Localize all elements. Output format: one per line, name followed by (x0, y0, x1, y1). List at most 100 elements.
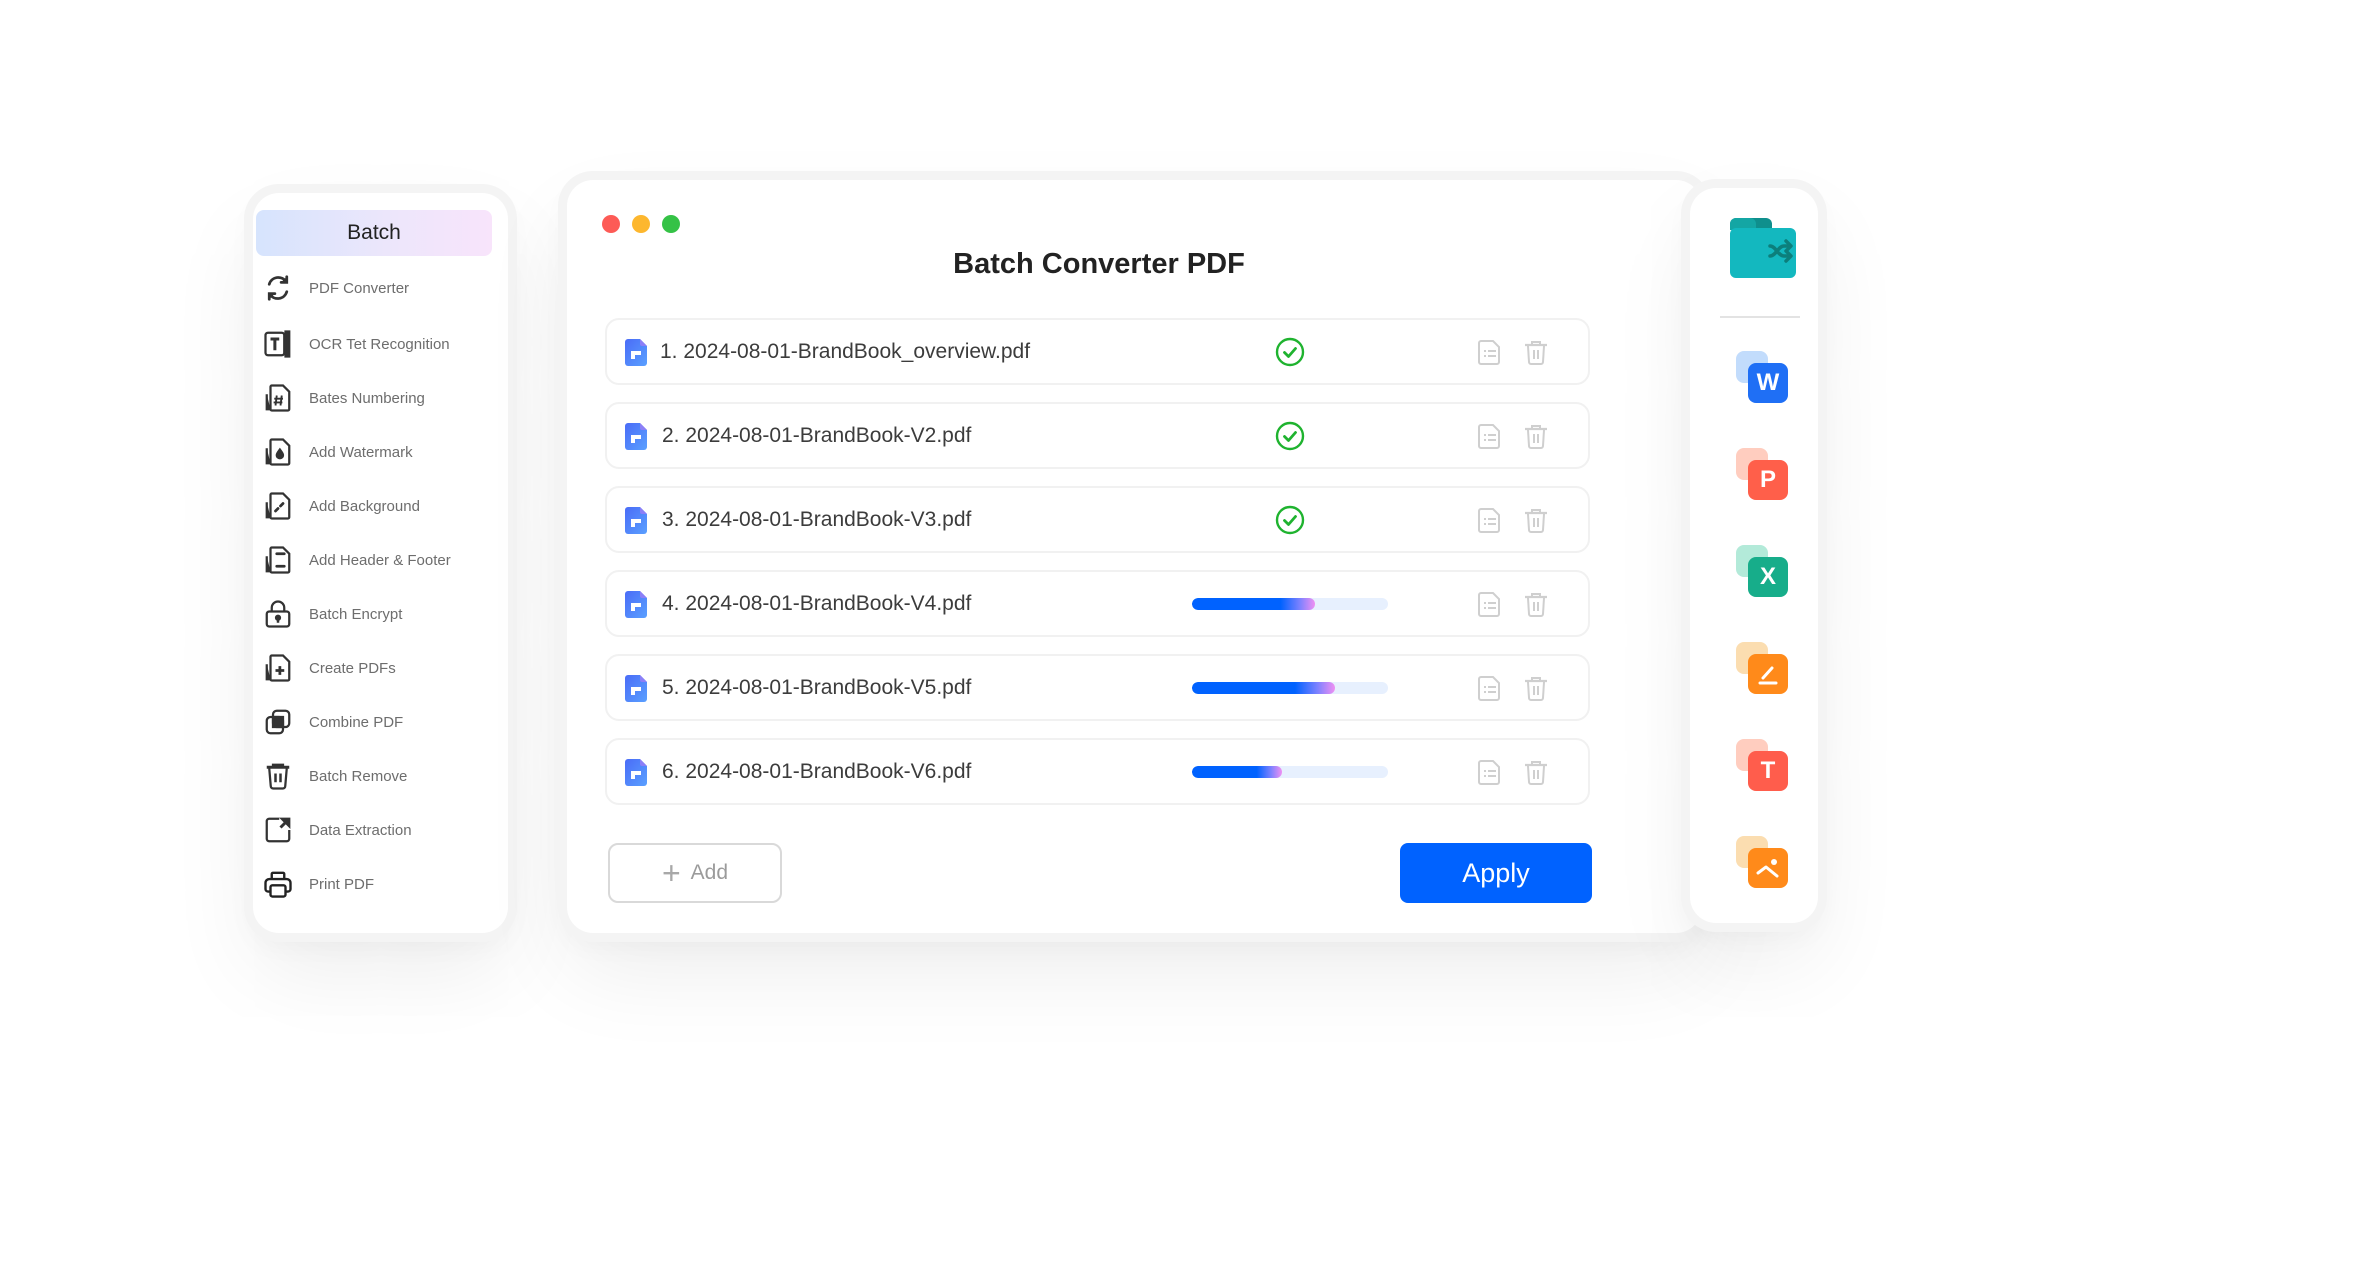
check-circle-icon (1275, 421, 1305, 451)
format-powerpoint-icon[interactable]: P (1736, 448, 1792, 504)
sidebar-item-label: PDF Converter (309, 279, 410, 297)
delete-icon[interactable] (1523, 423, 1549, 450)
pdf-file-icon (625, 591, 647, 618)
delete-icon[interactable] (1523, 507, 1549, 534)
progress-bar (1192, 682, 1388, 694)
format-icon-tile: T (1748, 751, 1788, 791)
delete-icon[interactable] (1523, 675, 1549, 702)
sidebar-item-print[interactable]: Print PDF (263, 857, 503, 911)
sidebar-item-label: Add Background (309, 497, 420, 515)
sidebar-item-label: Print PDF (309, 875, 375, 893)
folder-shuffle-icon[interactable] (1730, 218, 1796, 278)
window-controls (602, 215, 680, 233)
sidebar-item-label: Add Watermark (309, 443, 413, 461)
format-icon-tile (1748, 654, 1788, 694)
document-details-icon[interactable] (1477, 507, 1503, 534)
progress-bar (1192, 766, 1388, 778)
watermark-drop-icon (263, 437, 293, 467)
format-icon-tile: X (1748, 557, 1788, 597)
sidebar-item-label: Batch Encrypt (309, 605, 403, 623)
file-row[interactable]: 2. 2024-08-01-BrandBook-V2.pdf (605, 402, 1590, 469)
sidebar-item-create-pdfs[interactable]: Create PDFs (263, 641, 503, 695)
format-list: W P X T (1736, 351, 1792, 933)
add-button-label: Add (690, 861, 729, 884)
file-name: 1. 2024-08-01-BrandBook_overview.pdf (660, 340, 1031, 363)
pdf-file-icon (625, 423, 647, 450)
format-image-icon[interactable] (1736, 836, 1792, 892)
progress-bar-fill (1192, 766, 1283, 778)
pdf-file-icon (625, 759, 647, 786)
format-excel-icon[interactable]: X (1736, 545, 1792, 601)
file-name: 4. 2024-08-01-BrandBook-V4.pdf (662, 592, 972, 615)
maximize-window-button[interactable] (662, 215, 680, 233)
file-name: 3. 2024-08-01-BrandBook-V3.pdf (662, 508, 972, 531)
sidebar-item-background[interactable]: Add Background (263, 479, 503, 533)
check-circle-icon (1275, 337, 1305, 367)
file-row[interactable]: 4. 2024-08-01-BrandBook-V4.pdf (605, 570, 1590, 637)
file-list: 1. 2024-08-01-BrandBook_overview.pdf 2. 2… (605, 318, 1590, 822)
lock-icon (263, 599, 293, 629)
background-document-icon (263, 491, 293, 521)
sidebar-item-label: Combine PDF (309, 713, 404, 731)
file-row[interactable]: 6. 2024-08-01-BrandBook-V6.pdf (605, 738, 1590, 805)
delete-icon[interactable] (1523, 591, 1549, 618)
file-row[interactable]: 1. 2024-08-01-BrandBook_overview.pdf (605, 318, 1590, 385)
file-row[interactable]: 5. 2024-08-01-BrandBook-V5.pdf (605, 654, 1590, 721)
format-icon-tile (1748, 848, 1788, 888)
sidebar-item-watermark[interactable]: Add Watermark (263, 425, 503, 479)
sidebar-item-batch-remove[interactable]: Batch Remove (263, 749, 503, 803)
output-format-panel: W P X T (1690, 188, 1818, 923)
batch-tab[interactable]: Batch (256, 210, 492, 256)
delete-icon[interactable] (1523, 339, 1549, 366)
file-name: 2. 2024-08-01-BrandBook-V2.pdf (662, 424, 972, 447)
format-edit-icon[interactable] (1736, 642, 1792, 698)
divider (1720, 316, 1800, 318)
format-icon-tile: P (1748, 460, 1788, 500)
export-icon (263, 815, 293, 845)
sidebar-item-header-footer[interactable]: Add Header & Footer (263, 533, 503, 587)
format-word-icon[interactable]: W (1736, 351, 1792, 407)
apply-button[interactable]: Apply (1400, 843, 1592, 903)
pdf-file-icon (625, 675, 647, 702)
pdf-file-icon (625, 507, 647, 534)
sidebar-item-pdf-converter[interactable]: PDF Converter (263, 259, 503, 317)
sidebar-item-label: Create PDFs (309, 659, 396, 677)
combine-icon (263, 707, 293, 737)
page-title: Batch Converter PDF (953, 248, 1245, 280)
refresh-icon (263, 273, 293, 303)
file-row[interactable]: 3. 2024-08-01-BrandBook-V3.pdf (605, 486, 1590, 553)
document-details-icon[interactable] (1477, 591, 1503, 618)
header-footer-icon (263, 545, 293, 575)
sidebar-item-bates[interactable]: Bates Numbering (263, 371, 503, 425)
progress-bar-fill (1192, 682, 1336, 694)
document-details-icon[interactable] (1477, 759, 1503, 786)
pdf-file-icon (625, 339, 647, 366)
close-window-button[interactable] (602, 215, 620, 233)
delete-icon[interactable] (1523, 759, 1549, 786)
document-details-icon[interactable] (1477, 423, 1503, 450)
tool-list: PDF Converter OCR Tet Recognition Bates … (263, 259, 503, 911)
sidebar-item-label: Add Header & Footer (309, 551, 451, 569)
add-file-button[interactable]: + Add (608, 843, 782, 903)
sidebar-item-label: OCR Tet Recognition (309, 335, 450, 353)
sidebar-item-label: Bates Numbering (309, 389, 425, 407)
sidebar-item-data-extraction[interactable]: Data Extraction (263, 803, 503, 857)
progress-bar-fill (1192, 598, 1316, 610)
document-details-icon[interactable] (1477, 675, 1503, 702)
create-document-icon (263, 653, 293, 683)
file-name: 6. 2024-08-01-BrandBook-V6.pdf (662, 760, 972, 783)
trash-icon (263, 761, 293, 791)
sidebar-item-ocr[interactable]: OCR Tet Recognition (263, 317, 503, 371)
progress-bar (1192, 598, 1388, 610)
batch-converter-window: Batch Converter PDF 1. 2024-08-01-BrandB… (567, 180, 1702, 933)
plus-icon: + (661, 855, 681, 891)
file-name: 5. 2024-08-01-BrandBook-V5.pdf (662, 676, 972, 699)
format-text-icon[interactable]: T (1736, 739, 1792, 795)
sidebar-item-label: Batch Remove (309, 767, 408, 785)
check-circle-icon (1275, 505, 1305, 535)
printer-icon (263, 869, 293, 899)
sidebar-item-combine[interactable]: Combine PDF (263, 695, 503, 749)
sidebar-item-encrypt[interactable]: Batch Encrypt (263, 587, 503, 641)
minimize-window-button[interactable] (632, 215, 650, 233)
document-details-icon[interactable] (1477, 339, 1503, 366)
